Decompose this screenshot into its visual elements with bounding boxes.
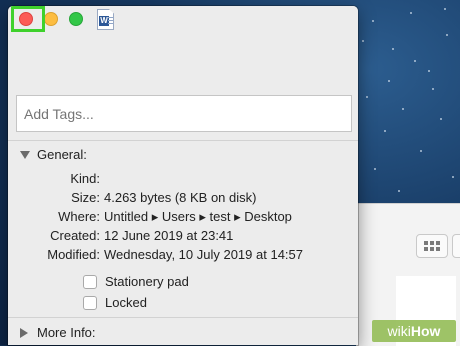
watermark-suffix: How [410,323,441,339]
info-row-where: Where: Untitled ▸ Users ▸ test ▸ Desktop [8,209,358,227]
icon-view-button[interactable] [416,234,448,258]
info-row-kind: Kind: [8,171,358,189]
info-row-created: Created: 12 June 2019 at 23:41 [8,228,358,246]
where-value: Untitled ▸ Users ▸ test ▸ Desktop [104,209,292,224]
modified-value: Wednesday, 10 July 2019 at 14:57 [104,247,303,262]
list-view-button[interactable] [452,234,460,258]
general-heading: General: [37,147,87,162]
modified-label: Modified: [47,247,100,262]
where-label: Where: [58,209,100,224]
created-label: Created: [50,228,100,243]
minimize-button[interactable] [44,12,58,26]
zoom-button[interactable] [69,12,83,26]
wikihow-watermark: wikiHow [372,320,456,342]
locked-label: Locked [105,295,147,310]
word-document-icon: W [97,9,114,30]
grid-view-icon [424,241,440,251]
disclosure-triangle-down-icon [20,150,30,159]
close-button-highlight [11,6,45,32]
info-row-size: Size: 4.263 bytes (8 KB on disk) [8,190,358,208]
more-info-section-toggle[interactable]: More Info: [20,325,96,340]
general-section-toggle[interactable]: General: [20,147,87,162]
stationery-pad-checkbox[interactable] [83,274,97,289]
locked-checkbox[interactable] [83,295,97,310]
divider [8,140,358,141]
get-info-window: W General: Kind: Size: 4.263 bytes (8 KB… [8,6,358,345]
stationery-pad-label: Stationery pad [105,274,189,289]
divider [8,317,358,318]
kind-label: Kind: [70,171,100,186]
stationery-pad-option[interactable]: Stationery pad [83,274,189,289]
size-value: 4.263 bytes (8 KB on disk) [104,190,257,205]
created-value: 12 June 2019 at 23:41 [104,228,234,243]
more-info-heading: More Info: [37,325,96,340]
size-label: Size: [71,190,100,205]
titlebar: W [8,6,358,32]
disclosure-triangle-right-icon [20,327,28,338]
locked-option[interactable]: Locked [83,295,147,310]
add-tags-input[interactable] [16,95,352,132]
info-row-modified: Modified: Wednesday, 10 July 2019 at 14:… [8,247,358,265]
watermark-prefix: wiki [387,323,411,339]
